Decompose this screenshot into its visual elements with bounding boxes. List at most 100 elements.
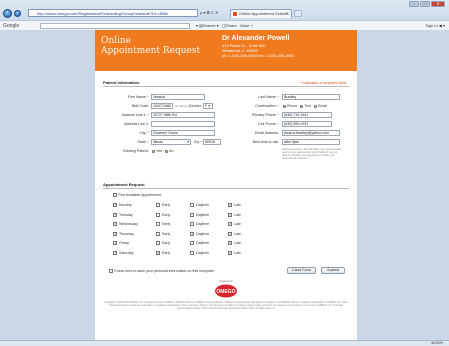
late-label: Late [234,203,241,207]
daytime-checkbox[interactable] [190,250,194,255]
day-checkbox[interactable] [113,203,117,208]
gender-select[interactable]: F ▾ [203,103,213,109]
address1-input[interactable]: 10727 58th Rd [151,112,215,118]
best-time-input[interactable]: after 5pm [282,139,340,145]
early-option: Early [156,203,170,208]
birth-date-hint: mm/dd/yyyy [174,104,191,108]
day-checkbox[interactable] [113,241,117,246]
early-checkbox[interactable] [156,203,160,208]
first-available-option: First Available Appointment [113,193,161,198]
late-option: Late [228,213,241,217]
confirm-phone-label: Phone [287,104,298,108]
address2-input[interactable] [151,121,215,127]
daytime-option: Daytime [190,241,209,246]
daytime-checkbox[interactable] [190,222,194,227]
day-checkbox[interactable] [113,222,117,227]
daytime-label: Daytime [196,222,210,226]
submit-button[interactable]: Submit [321,267,345,274]
back-arrow-icon[interactable]: ‹ [3,9,12,18]
confirm-email-label: Email [318,104,327,108]
day-checkbox[interactable] [113,231,117,236]
first-available-checkbox[interactable] [113,193,117,198]
daytime-label: Daytime [196,250,210,255]
daytime-option: Daytime [190,213,209,217]
minimize-button[interactable]: – [409,1,419,7]
cell-phone-input[interactable]: (630) 559-0411 [282,121,332,127]
day-option: Friday [113,241,129,246]
confirmation-label: Confirmation: * [255,104,279,108]
day-checkbox[interactable] [113,212,117,217]
day-label: Saturday [119,250,134,255]
appointment-section-title: Appointment Request [103,182,349,189]
late-checkbox[interactable] [228,222,232,227]
day-option: Thursday [113,232,134,236]
save-info-checkbox[interactable] [109,269,113,274]
google-search-input[interactable] [40,23,190,29]
maximize-button[interactable]: □ [420,1,430,7]
close-tab-icon[interactable]: ✕ [286,10,289,18]
late-checkbox[interactable] [228,212,232,217]
city-input[interactable]: Downers Grove [151,130,215,136]
window-controls: – □ ✕ [409,1,445,7]
existing-no-radio[interactable] [164,149,168,153]
daytime-checkbox[interactable] [190,241,194,246]
zip-input[interactable]: 60516 [203,139,221,145]
early-checkbox[interactable] [156,241,160,246]
google-toolbar-label: Google [3,23,20,29]
late-checkbox[interactable] [228,241,232,246]
new-tab-button[interactable] [294,10,302,17]
early-option: Early [156,241,171,246]
late-checkbox[interactable] [228,203,232,208]
existing-no-label: No [168,149,174,153]
last-name-input[interactable]: Bradley [282,94,340,100]
late-label: Late [234,212,241,217]
tab-appointment[interactable]: Online Appointment Sched... ✕ [230,9,292,18]
confirm-phone-radio[interactable] [283,104,286,108]
primary-phone-input[interactable]: (630) 719-9411 [282,112,332,118]
confirmation-options: Phone Text Email [282,104,327,108]
close-window-button[interactable]: ✕ [431,1,445,7]
daytime-option: Daytime [190,251,209,255]
zoom-level[interactable]: ⊕100% [431,341,443,345]
favicon-icon [233,12,237,16]
late-checkbox[interactable] [228,231,232,236]
daytime-checkbox[interactable] [190,212,194,217]
early-option: Early [156,222,170,227]
clear-form-button[interactable]: Clear Form [287,267,316,274]
primary-phone-label-text: Primary Phone: [251,113,277,117]
late-option: Late [228,241,241,246]
omego-logo: OMEGO [215,284,237,298]
first-name-input[interactable]: Jessica [151,94,205,100]
tab-title: Online Appointment Sched... [239,11,290,16]
confirm-email-radio[interactable] [314,104,317,108]
page-content: Online Appointment Request Dr Alexander … [95,30,357,346]
confirm-text-radio[interactable] [300,104,304,108]
first-name-label: First Name: * [128,95,149,99]
late-checkbox[interactable] [228,250,232,255]
early-checkbox[interactable] [156,250,160,255]
email-input[interactable]: jessica.bradley@yahoo.com [282,130,340,136]
forward-arrow-icon[interactable]: › [14,10,21,17]
address-tools[interactable]: ρ ▾ ⊠ C ✕ [200,10,218,15]
existing-yes-radio[interactable] [152,149,155,153]
birth-date-label-text: Birth Date: [132,104,149,108]
day-checkbox[interactable] [113,250,117,255]
birth-date-input[interactable]: 10/07/1980 [151,103,173,109]
birth-date-label: Birth Date: [103,104,149,108]
google-toolbar-tools[interactable]: ▾ ▤Search ▾ · ◫Share · More » [196,23,253,28]
daytime-label: Daytime [196,212,210,217]
state-select[interactable]: Illinois ▾ [151,139,191,145]
required-note: * Indicates a required field [299,80,346,85]
first-name-label-text: First Name: [128,95,147,99]
early-label: Early [162,241,171,245]
day-option: Saturday [113,251,133,255]
email-label: Email Address: [255,131,279,135]
daytime-checkbox[interactable] [190,203,194,208]
early-checkbox[interactable] [156,222,160,227]
signin-link[interactable]: Sign In ◀ ▾ [425,23,445,28]
daytime-checkbox[interactable] [190,231,194,236]
patient-section: Patient Information * Indicates a requir… [103,80,349,87]
early-checkbox[interactable] [156,231,160,236]
early-checkbox[interactable] [156,212,160,217]
address-bar[interactable]: http://www.omega.com/Registration/Schedu… [28,9,198,17]
